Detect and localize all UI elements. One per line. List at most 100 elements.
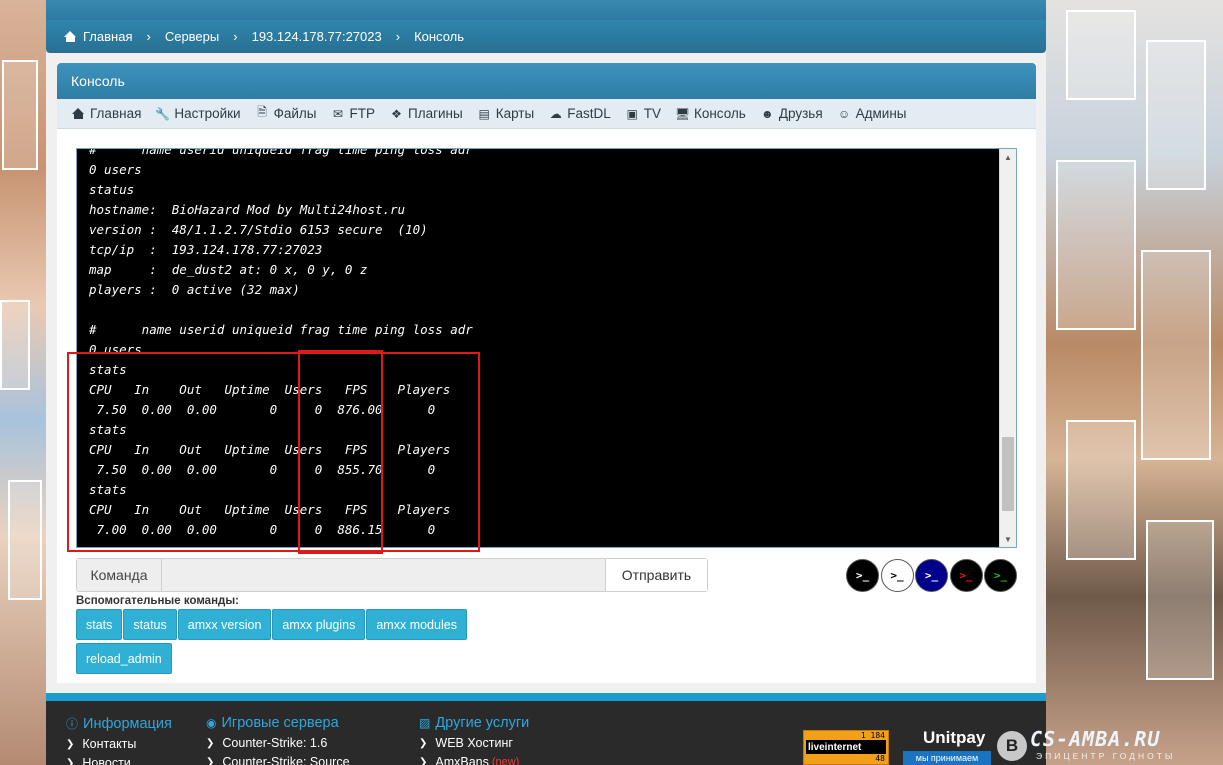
chevron-right-icon: › [233, 29, 238, 44]
helper-button-amxx-plugins[interactable]: amxx plugins [272, 609, 366, 640]
console-theme-button[interactable]: >_ [846, 559, 879, 592]
footer-link-text: WEB Хостинг [435, 736, 513, 750]
chevron-right-icon: › [395, 29, 401, 44]
bg-tile [8, 480, 42, 600]
breadcrumb-label: Главная [83, 29, 133, 44]
nav-label: Главная [90, 106, 142, 121]
footer-link-news[interactable]: ❯ Новости [66, 756, 172, 765]
nav-item-plugins[interactable]: ❖ Плагины [389, 106, 463, 121]
cs-amba-tagline: ЭПИЦЕНТР ГОДНОТЫ [1036, 751, 1176, 761]
footer-title-text: Игровые сервера [221, 715, 339, 731]
command-form: Команда Отправить [76, 558, 708, 592]
home-icon [64, 31, 77, 42]
nav-item-settings[interactable]: 🔧 Настройки [155, 106, 240, 121]
background-left [0, 0, 46, 765]
nav-item-console[interactable]: 🖥 Консоль [675, 106, 746, 121]
command-input[interactable] [162, 559, 605, 591]
scroll-thumb[interactable] [1002, 437, 1014, 511]
file-icon: 🗎 [257, 105, 267, 119]
chevron-right-icon: ❯ [206, 737, 215, 749]
chevron-right-icon: › [146, 29, 151, 44]
console-line: status [89, 182, 135, 197]
command-label: Команда [77, 559, 162, 591]
vk-icon[interactable]: В [997, 731, 1027, 761]
footer-stripe [46, 693, 1046, 701]
breadcrumb-servers[interactable]: Серверы [165, 29, 219, 44]
nav-label: Карты [495, 106, 535, 121]
footer-link-cs16[interactable]: ❯ Counter-Strike: 1.6 [206, 736, 350, 750]
footer-col-other: ▨ Другие услуги ❯ WEB Хостинг ❯ AmxBans (new… [419, 715, 529, 765]
console-line: players : 0 active (32 max) [89, 282, 300, 297]
nav-item-fastdl[interactable]: ☁ FastDL [548, 106, 611, 121]
footer-link-contacts[interactable]: ❯ Контакты [66, 737, 172, 751]
console-line: # name userid uniqueid frag time ping lo… [89, 322, 473, 337]
background-right [1046, 0, 1223, 765]
cloud-download-icon: ☁ [549, 106, 562, 121]
send-button[interactable]: Отправить [605, 559, 707, 591]
nav-item-tv[interactable]: ▣ TV [625, 106, 661, 121]
console-scrollbar[interactable]: ▲ ▼ [999, 149, 1016, 547]
footer-col-servers: ◉ Игровые сервера ❯ Counter-Strike: 1.6 ❯ C… [206, 715, 350, 765]
helper-button-amxx-version[interactable]: amxx version [177, 609, 272, 640]
console-line: CPU In Out Uptime Users FPS Players [89, 382, 451, 397]
console-panel: Консоль Главная 🔧 Настройки 🗎 Файлы ✉ FT… [57, 63, 1036, 683]
footer-link-web-hosting[interactable]: ❯ WEB Хостинг [419, 736, 529, 750]
breadcrumb-home[interactable]: Главная [64, 29, 132, 44]
users-icon: ☻ [761, 106, 774, 121]
footer-title-text: Информация [83, 715, 172, 732]
footer-link-text: Новости [82, 756, 131, 765]
nav-item-friends[interactable]: ☻ Друзья [760, 106, 823, 121]
nav-label: Плагины [408, 106, 463, 121]
map-icon: ▤ [478, 106, 490, 121]
footer-link-amxbans[interactable]: ❯ AmxBans (new) [419, 755, 529, 765]
console-line: 7.50 0.00 0.00 0 0 855.70 0 [89, 462, 436, 477]
scroll-up-icon[interactable]: ▲ [1000, 149, 1016, 165]
console-theme-button[interactable]: >_ [949, 559, 983, 592]
unitpay-badge[interactable]: Unitpay мы принимаем [903, 728, 991, 765]
footer-link-css[interactable]: ❯ Counter-Strike: Source [206, 755, 350, 765]
console-line: version : 48/1.1.2.7/Stdio 6153 secure (… [89, 222, 428, 237]
breadcrumb-current: Консоль [414, 29, 464, 44]
home-icon [71, 106, 86, 121]
bg-tile [2, 60, 38, 170]
liveinternet-label: liveinternet [806, 740, 886, 754]
bg-tile [1141, 250, 1211, 460]
console-theme-button[interactable]: >_ [984, 559, 1017, 592]
console-theme-button[interactable]: >_ [915, 559, 948, 592]
footer-title-text: Другие услуги [435, 715, 530, 731]
nav-item-maps[interactable]: ▤ Карты [477, 106, 535, 121]
nav-item-home[interactable]: Главная [71, 106, 141, 121]
video-camera-icon: ▣ [626, 106, 638, 121]
liveinternet-count-2: 48 [875, 754, 885, 763]
nav-item-files[interactable]: 🗎 Файлы [255, 105, 316, 121]
console-output[interactable]: # name userid uniqueid frag time ping lo… [76, 148, 1017, 548]
console-theme-button[interactable]: >_ [880, 559, 914, 592]
nav-label: Консоль [693, 106, 746, 121]
breadcrumb-label: Консоль [414, 29, 465, 44]
liveinternet-counter[interactable]: 1 184 liveinternet 48 [803, 730, 889, 765]
breadcrumb: Главная › Серверы › 193.124.178.77:27023… [46, 20, 1046, 53]
console-line: CPU In Out Uptime Users FPS Players [89, 442, 451, 457]
helper-button-reload-admin[interactable]: reload_admin [76, 643, 172, 674]
console-line: map : de_dust2 at: 0 x, 0 y, 0 z [89, 262, 368, 277]
nav-item-ftp[interactable]: ✉ FTP [331, 106, 375, 121]
main-panel: Консоль Главная 🔧 Настройки 🗎 Файлы ✉ FT… [46, 53, 1046, 693]
gamepad-icon: ◉ [206, 716, 217, 730]
bg-tile [0, 300, 30, 390]
footer-link-text: Контакты [82, 737, 137, 751]
helper-button-stats[interactable]: stats [76, 609, 123, 640]
console-line: # name userid uniqueid frag time ping lo… [89, 148, 473, 157]
console-line: stats [89, 482, 127, 497]
bg-tile [1056, 160, 1136, 330]
helper-commands: stats status amxx version amxx plugins a… [76, 609, 496, 677]
scroll-down-icon[interactable]: ▼ [1000, 531, 1016, 547]
breadcrumb-server-address[interactable]: 193.124.178.77:27023 [252, 29, 382, 44]
bg-tile [1146, 520, 1214, 680]
footer-col-title: ⓘ Информация [66, 715, 172, 732]
helper-commands-title: Вспомогательные команды: [76, 595, 239, 607]
helper-button-amxx-modules[interactable]: amxx modules [366, 609, 467, 640]
helper-button-status[interactable]: status [123, 609, 177, 640]
nav-item-admins[interactable]: ☺ Админы [837, 106, 907, 121]
console-line: hostname: BioHazard Mod by Multi24host.r… [89, 202, 406, 217]
console-line: 0 users [89, 342, 142, 357]
